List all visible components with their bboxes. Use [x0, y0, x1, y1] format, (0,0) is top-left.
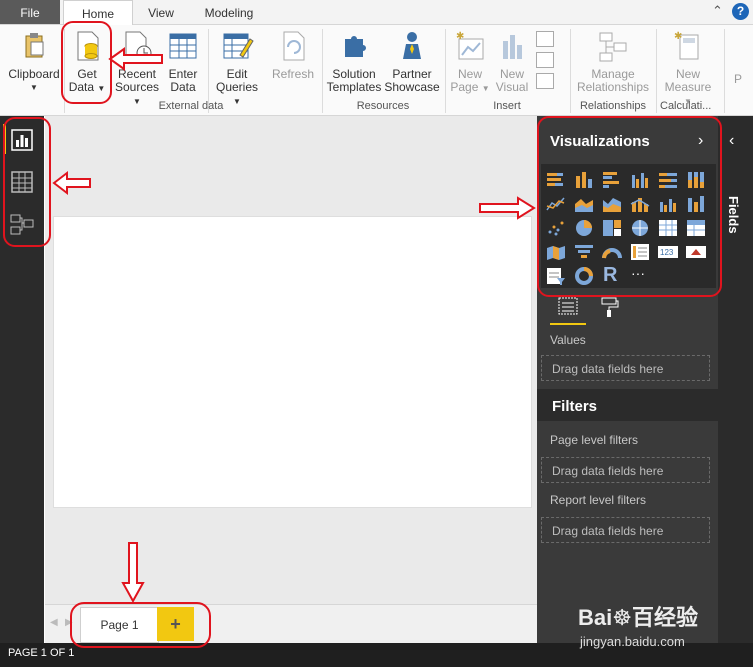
annotation-arrow-view-rail [52, 170, 91, 196]
new-page-icon: ✱ [456, 31, 484, 60]
partner-label-line2: Showcase [384, 80, 440, 94]
annotation-box-visualizations [537, 116, 722, 297]
baidu-watermark-url: jingyan.baidu.com [580, 634, 685, 649]
new-page-label-line2: Page ▼ [450, 80, 490, 94]
group-resources-label: Resources [356, 100, 410, 112]
report-level-filters-label: Report level filters [550, 493, 647, 507]
publish-button-partial[interactable]: P [728, 73, 748, 86]
annotation-box-view-rail [3, 117, 51, 247]
partner-person-icon [403, 32, 421, 59]
puzzle-icon [345, 36, 366, 57]
new-visual-label-line2: Visual [495, 80, 529, 94]
edit-queries-button[interactable]: Edit Queries ▼ [212, 29, 262, 108]
active-tab-underline [550, 323, 586, 325]
group-relationships-label: Relationships [579, 100, 647, 112]
collapse-ribbon-icon[interactable]: ⌃ [712, 3, 723, 19]
enter-label-line2: Data [170, 80, 196, 94]
enter-data-icon [169, 33, 197, 59]
svg-text:✱: ✱ [456, 31, 464, 42]
solution-label-line2: Templates [326, 80, 382, 94]
image-icon[interactable] [536, 52, 554, 68]
tab-file[interactable]: File [0, 0, 60, 24]
page-level-filters-label: Page level filters [550, 433, 639, 447]
ribbon-tab-bar: File Home View Modeling ⌃ ? [0, 0, 753, 26]
tab-view[interactable]: View [136, 0, 186, 24]
baidu-watermark-logo: Bai☸百经验 [578, 605, 698, 630]
refresh-icon [283, 31, 305, 61]
annotation-arrow-page-tabs [121, 542, 145, 603]
manage-label-line2: Relationships [576, 80, 650, 94]
group-insert-label: Insert [493, 100, 521, 112]
refresh-button[interactable]: Refresh [268, 29, 318, 81]
fields-pane-label[interactable]: Fields [726, 196, 741, 234]
new-visual-icon [503, 35, 522, 59]
relationships-icon [599, 32, 627, 62]
clipboard-label: Clipboard [8, 67, 60, 81]
edit-queries-icon [223, 33, 254, 59]
report-page-canvas[interactable] [53, 216, 532, 508]
manage-relationships-button[interactable]: Manage Relationships [574, 29, 652, 94]
annotation-box-page-tabs [70, 602, 211, 648]
clipboard-button[interactable]: Clipboard ▼ [6, 29, 62, 94]
group-calculations-label: Calculati... [660, 100, 712, 112]
format-paint-roller-icon[interactable] [599, 296, 619, 318]
values-label: Values [550, 333, 586, 347]
page-count-status: PAGE 1 OF 1 [8, 647, 75, 659]
text-box-icon[interactable] [536, 31, 554, 47]
svg-text:✱: ✱ [674, 31, 682, 42]
new-visual-button[interactable]: New Visual [492, 29, 532, 94]
calculator-icon: ✱ [674, 31, 699, 60]
enter-data-button[interactable]: Enter Data [163, 29, 203, 94]
help-icon[interactable]: ? [732, 3, 749, 20]
annotation-arrow-get-data [108, 47, 163, 71]
page-filters-drop-well[interactable]: Drag data fields here [541, 457, 710, 483]
filters-title: Filters [552, 398, 598, 415]
tab-modeling[interactable]: Modeling [194, 0, 264, 24]
new-page-button[interactable]: ✱ New Page ▼ [450, 29, 490, 95]
scroll-left-icon[interactable]: ◀ [50, 617, 58, 628]
solution-templates-button[interactable]: Solution Templates [326, 29, 382, 94]
partner-showcase-button[interactable]: Partner Showcase [384, 29, 440, 94]
report-filters-drop-well[interactable]: Drag data fields here [541, 517, 710, 543]
clipboard-icon [25, 33, 44, 58]
shapes-icon[interactable] [536, 73, 554, 89]
expand-fields-icon[interactable]: ‹ [729, 132, 734, 150]
values-drop-well[interactable]: Drag data fields here [541, 355, 710, 381]
fields-well-tab-icon[interactable] [557, 296, 579, 316]
annotation-box-get-data [61, 21, 112, 104]
new-measure-button[interactable]: ✱ New Measure ▼ [660, 29, 716, 108]
annotation-arrow-visualizations [479, 196, 536, 220]
refresh-label: Refresh [271, 67, 315, 81]
